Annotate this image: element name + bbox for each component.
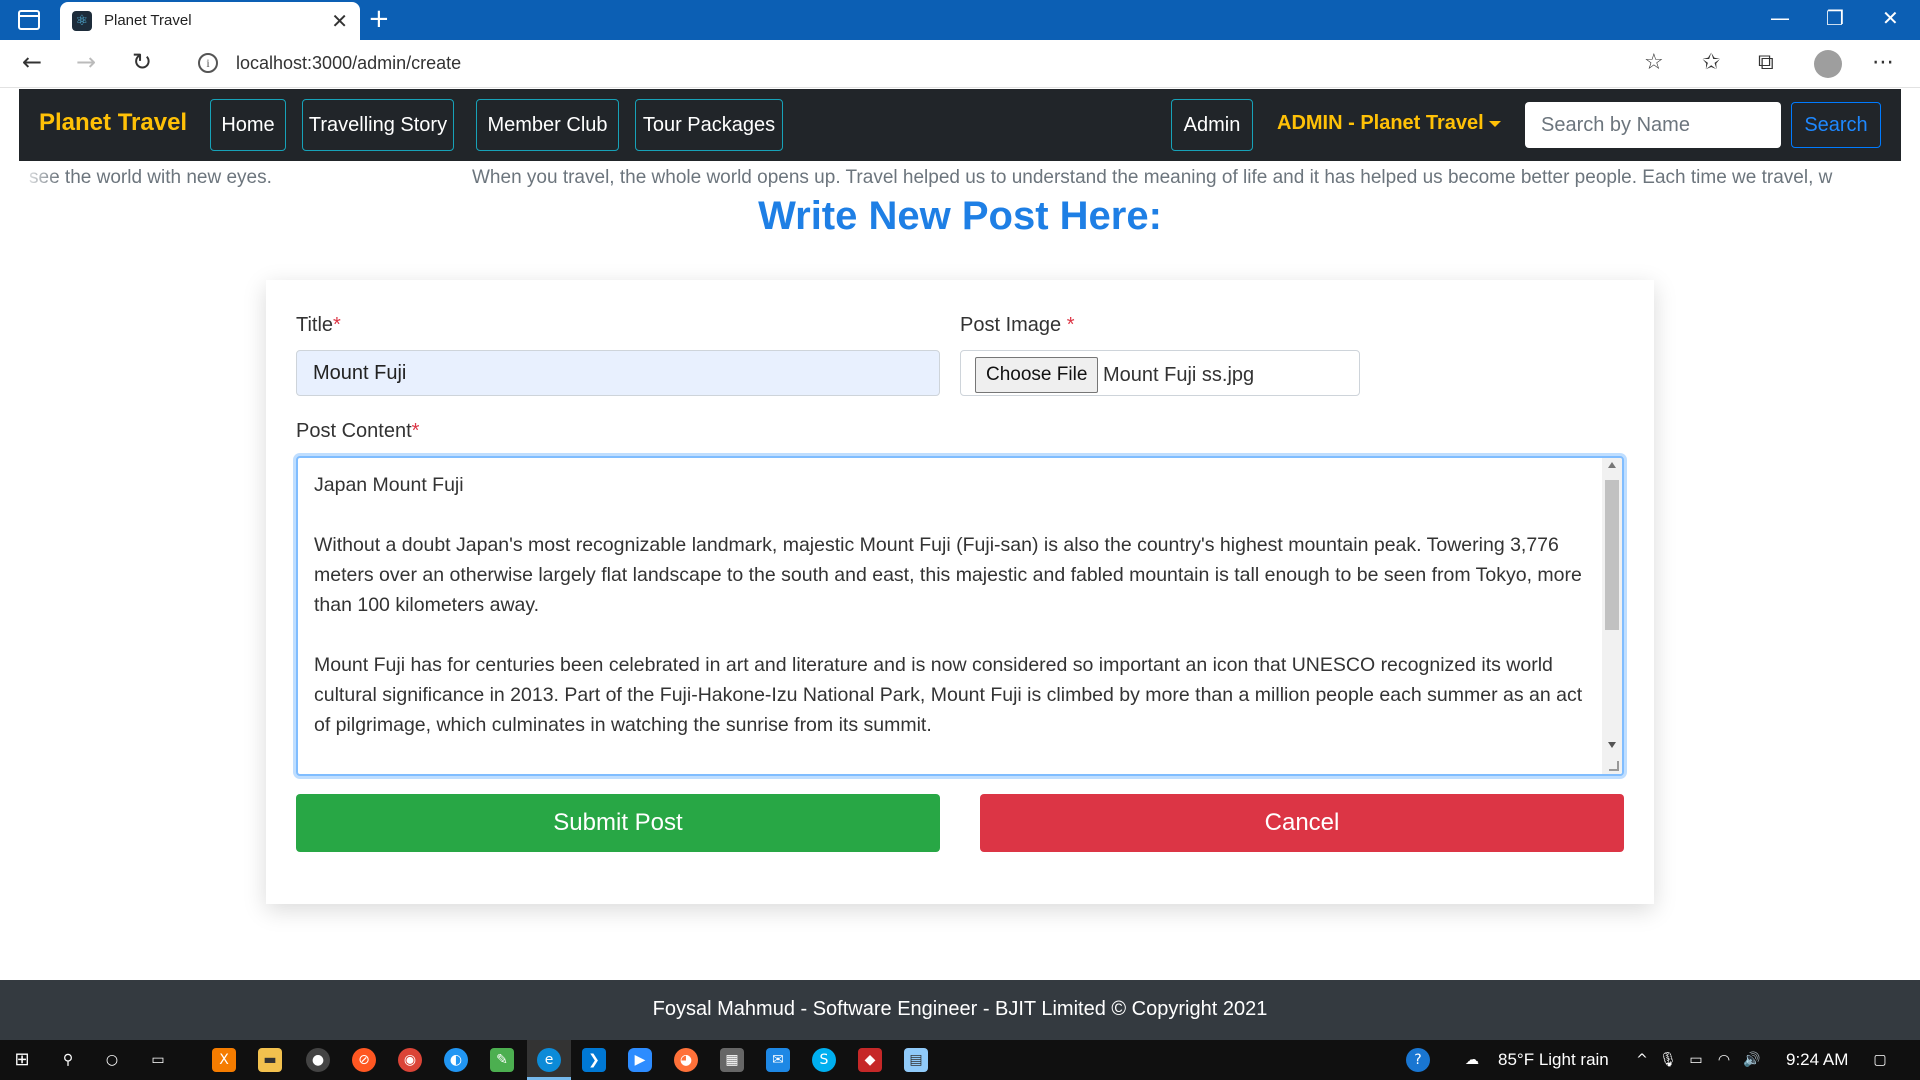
microphone-icon[interactable]: 🎙 (1656, 1048, 1680, 1072)
post-content-textarea[interactable]: Japan Mount Fuji Without a doubt Japan's… (296, 456, 1624, 776)
file-explorer-icon[interactable]: ▬ (258, 1048, 282, 1072)
tab-title: Planet Travel (104, 12, 192, 29)
admin-dropdown[interactable]: ADMIN - Planet Travel (1277, 112, 1501, 135)
title-input[interactable]: Mount Fuji (296, 350, 940, 396)
post-image-label: Post Image * (960, 314, 1075, 336)
nav-travelling-story[interactable]: Travelling Story (302, 99, 454, 151)
site-info-icon[interactable]: i (198, 53, 218, 73)
edge-icon[interactable]: e (537, 1048, 561, 1072)
browser-tab-bar: ⚛ Planet Travel ✕ + — ❐ ✕ (0, 0, 1920, 40)
favorites-icon[interactable]: ✩ (1702, 50, 1720, 75)
minimize-icon[interactable]: — (1770, 6, 1790, 30)
required-mark: * (1066, 314, 1075, 336)
address-bar-row: ← → ↻ i localhost:3000/admin/create ☆ ✩ … (0, 40, 1920, 88)
volume-icon[interactable]: 🔊 (1740, 1048, 1764, 1072)
content-paragraph: Mount Fuji has for centuries been celebr… (314, 654, 1583, 736)
forward-icon[interactable]: → (76, 48, 96, 76)
help-icon[interactable]: ? (1406, 1048, 1430, 1072)
scroll-up-icon[interactable] (1608, 462, 1616, 468)
wifi-icon[interactable]: ◠ (1712, 1048, 1736, 1072)
create-post-card: Title* Mount Fuji Post Image * Choose Fi… (266, 280, 1654, 904)
title-label: Title* (296, 314, 341, 336)
search-button[interactable]: Search (1791, 102, 1881, 148)
calculator-icon[interactable]: ▦ (720, 1048, 744, 1072)
post-content-text: Japan Mount Fuji Without a doubt Japan's… (314, 470, 1584, 770)
show-hidden-icons-icon[interactable]: ^ (1630, 1048, 1654, 1072)
windows-taskbar: ⊞ ⚲ ○ ▭ X ▬ ● ⊘ ◉ ◐ ✎ e ❯ ▶ ◕ ▦ ✉ S ◆ ▤ … (0, 1040, 1920, 1080)
back-icon[interactable]: ← (22, 48, 42, 76)
zoom-icon[interactable]: ▶ (628, 1048, 652, 1072)
new-tab-icon[interactable]: + (368, 4, 390, 34)
app-navbar: Planet Travel Home Travelling Story Memb… (19, 89, 1901, 161)
scroll-thumb[interactable] (1605, 480, 1619, 630)
firefox-icon[interactable]: ◕ (674, 1048, 698, 1072)
resize-grip-icon[interactable] (1609, 761, 1619, 771)
profile-avatar[interactable] (1814, 50, 1842, 78)
browser-tab[interactable]: ⚛ Planet Travel ✕ (60, 2, 360, 40)
cortana-icon[interactable]: ○ (100, 1048, 124, 1072)
restore-icon[interactable]: ❐ (1826, 6, 1844, 30)
notes-icon[interactable]: ▤ (904, 1048, 928, 1072)
battery-icon[interactable]: ▭ (1684, 1048, 1708, 1072)
required-mark: * (333, 314, 341, 336)
marquee-text-left: see the world with new eyes. (29, 167, 272, 188)
close-tab-icon[interactable]: ✕ (331, 9, 348, 33)
tab-actions-icon[interactable] (18, 10, 40, 30)
textarea-scrollbar[interactable] (1602, 458, 1622, 774)
page-footer: Foysal Mahmud - Software Engineer - BJIT… (0, 980, 1920, 1040)
weather-cloud-icon[interactable]: ☁ (1460, 1048, 1484, 1072)
anydesk-icon[interactable]: ◆ (858, 1048, 882, 1072)
chrome-icon[interactable]: ◉ (398, 1048, 422, 1072)
post-content-label: Post Content* (296, 420, 420, 442)
more-menu-icon[interactable]: ⋯ (1872, 50, 1894, 75)
post-image-file-input[interactable]: Choose File Mount Fuji ss.jpg (960, 350, 1360, 396)
notifications-icon[interactable]: ▢ (1868, 1048, 1892, 1072)
vscode-icon[interactable]: ❯ (582, 1048, 606, 1072)
nav-member-club[interactable]: Member Club (476, 99, 619, 151)
page-title: Write New Post Here: (758, 194, 1162, 238)
github-icon[interactable]: ● (306, 1048, 330, 1072)
task-view-icon[interactable]: ▭ (146, 1048, 170, 1072)
scroll-down-icon[interactable] (1608, 742, 1616, 748)
content-paragraph: Without a doubt Japan's most recognizabl… (314, 534, 1582, 616)
nav-tour-packages[interactable]: Tour Packages (635, 99, 783, 151)
caret-down-icon (1488, 120, 1501, 127)
brand-logo[interactable]: Planet Travel (39, 109, 187, 137)
postman-icon[interactable]: ⊘ (352, 1048, 376, 1072)
marquee-text-right: When you travel, the whole world opens u… (472, 167, 1833, 188)
collections-icon[interactable]: ⧉ (1758, 50, 1774, 75)
xampp-icon[interactable]: X (212, 1048, 236, 1072)
windows-start-icon[interactable]: ⊞ (10, 1048, 34, 1072)
content-paragraph: Japan Mount Fuji (314, 474, 464, 496)
skype-icon[interactable]: S (812, 1048, 836, 1072)
cancel-button[interactable]: Cancel (980, 794, 1624, 852)
messenger-icon[interactable]: ✉ (766, 1048, 790, 1072)
admin-dropdown-label: ADMIN - Planet Travel (1277, 112, 1484, 134)
address-field[interactable]: i localhost:3000/admin/create (180, 44, 1668, 84)
close-window-icon[interactable]: ✕ (1882, 6, 1899, 30)
edge-dev-icon[interactable]: ◐ (444, 1048, 468, 1072)
marquee-banner: see the world with new eyes. When you tr… (19, 164, 1901, 194)
weather-text[interactable]: 85°F Light rain (1498, 1050, 1609, 1070)
refresh-icon[interactable]: ↻ (132, 48, 152, 76)
nav-home[interactable]: Home (210, 99, 286, 151)
search-icon[interactable]: ⚲ (56, 1048, 80, 1072)
url-text: localhost:3000/admin/create (236, 53, 462, 73)
clock-time[interactable]: 9:24 AM (1786, 1050, 1848, 1070)
selected-file-name: Mount Fuji ss.jpg (1103, 364, 1255, 386)
nav-admin[interactable]: Admin (1171, 99, 1253, 151)
search-input[interactable] (1525, 102, 1781, 148)
react-favicon-icon: ⚛ (72, 11, 92, 31)
submit-post-button[interactable]: Submit Post (296, 794, 940, 852)
add-favorite-icon[interactable]: ☆ (1644, 50, 1664, 75)
required-mark: * (411, 420, 420, 442)
choose-file-button[interactable]: Choose File (975, 357, 1099, 393)
notepad-icon[interactable]: ✎ (490, 1048, 514, 1072)
